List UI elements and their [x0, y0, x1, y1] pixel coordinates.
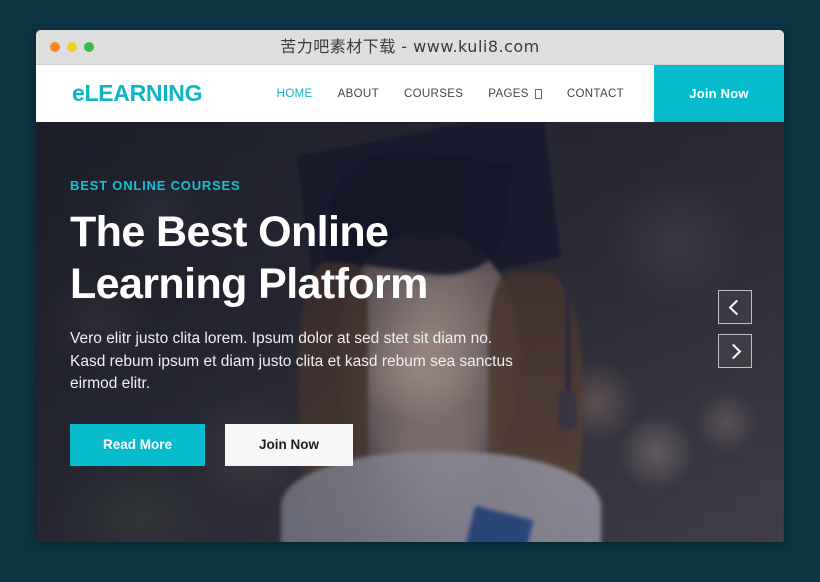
nav-item-courses[interactable]: COURSES [404, 88, 463, 100]
carousel-prev-button[interactable] [718, 290, 752, 324]
site-navbar: eLEARNING HOME ABOUT COURSES PAGES CONTA… [36, 65, 784, 122]
nav-item-pages-label: PAGES [488, 87, 529, 100]
browser-window: 苦力吧素材下载 - www.kuli8.com eLEARNING HOME A… [36, 30, 784, 542]
hero-join-now-button[interactable]: Join Now [225, 423, 353, 466]
nav-item-home-label: HOME [276, 87, 313, 100]
nav-item-about[interactable]: ABOUT [338, 88, 379, 100]
chevron-down-icon [534, 88, 542, 99]
close-window-button[interactable] [50, 42, 60, 52]
nav-item-courses-label: COURSES [403, 87, 464, 100]
hero-content: BEST ONLINE COURSES The Best Online Lear… [70, 178, 590, 466]
nav-item-home[interactable]: HOME [277, 88, 313, 100]
nav-item-about-label: ABOUT [337, 87, 379, 100]
hero-section: BEST ONLINE COURSES The Best Online Lear… [36, 122, 784, 542]
hero-paragraph: Vero elitr justo clita lorem. Ipsum dolo… [70, 330, 513, 393]
hero-read-more-button[interactable]: Read More [70, 423, 205, 466]
maximize-window-button[interactable] [84, 42, 94, 52]
carousel-controls [718, 290, 752, 368]
site-logo[interactable]: eLEARNING [36, 65, 203, 122]
window-traffic-lights [50, 42, 94, 52]
hero-cta-group: Read More Join Now [70, 423, 590, 466]
primary-navigation: HOME ABOUT COURSES PAGES CONTACT [202, 65, 654, 122]
browser-titlebar: 苦力吧素材下载 - www.kuli8.com [36, 30, 784, 65]
carousel-next-button[interactable] [718, 334, 752, 368]
hero-title: The Best Online Learning Platform [70, 208, 428, 308]
window-title: 苦力吧素材下载 - www.kuli8.com [280, 37, 540, 56]
chevron-left-icon [728, 299, 745, 315]
chevron-right-icon [725, 343, 742, 359]
nav-join-now-button[interactable]: Join Now [654, 65, 784, 122]
nav-item-contact[interactable]: CONTACT [567, 88, 624, 100]
hero-eyebrow: BEST ONLINE COURSES [70, 178, 241, 193]
minimize-window-button[interactable] [67, 42, 77, 52]
nav-item-pages[interactable]: PAGES [488, 88, 542, 100]
nav-item-contact-label: CONTACT [566, 87, 624, 100]
